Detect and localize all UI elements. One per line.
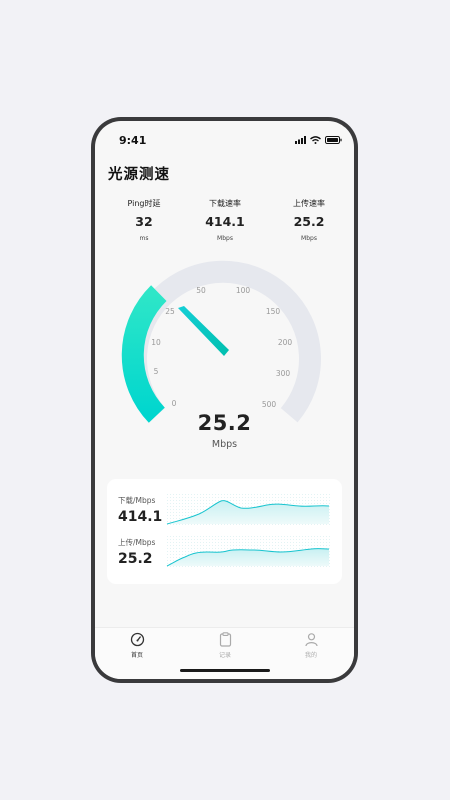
gauge-tick-50: 50: [196, 286, 206, 295]
speed-chart-card: 下载/Mbps 414.1 上传/Mbps 25.2: [107, 479, 342, 584]
tab-home[interactable]: 首页: [107, 632, 167, 666]
gauge-tick-300: 300: [276, 369, 291, 378]
gauge-tick-150: 150: [266, 307, 281, 316]
speed-sparklines: [166, 492, 332, 567]
tab-profile[interactable]: 我的: [281, 632, 341, 666]
clipboard-icon: [219, 632, 231, 647]
gauge-speed-unit: Mbps: [211, 439, 238, 450]
person-icon: [304, 633, 318, 647]
gauge-speed-value: 25.2: [197, 411, 252, 435]
gauge-tick-25: 25: [165, 307, 175, 316]
speedometer-icon: [130, 632, 144, 647]
tab-profile-label: 我的: [304, 652, 317, 659]
tab-records[interactable]: 记录: [195, 632, 255, 666]
app-screen: 9:41 光源测速 Ping时延 32 ms 下载速率 414.1 Mbps 上…: [95, 121, 354, 679]
gauge-tick-0: 0: [172, 399, 177, 408]
gauge-tick-200: 200: [278, 338, 293, 347]
home-indicator[interactable]: [180, 669, 270, 672]
phone-frame: 9:41 光源测速 Ping时延 32 ms 下载速率 414.1 Mbps 上…: [91, 117, 358, 683]
gauge-tick-10: 10: [151, 338, 161, 347]
gauge-tick-100: 100: [236, 286, 251, 295]
gauge-tick-500: 500: [262, 400, 277, 409]
tab-home-label: 首页: [130, 652, 143, 659]
tab-records-label: 记录: [218, 652, 231, 659]
gauge-needle: [178, 306, 229, 356]
gauge-tick-5: 5: [154, 367, 159, 376]
